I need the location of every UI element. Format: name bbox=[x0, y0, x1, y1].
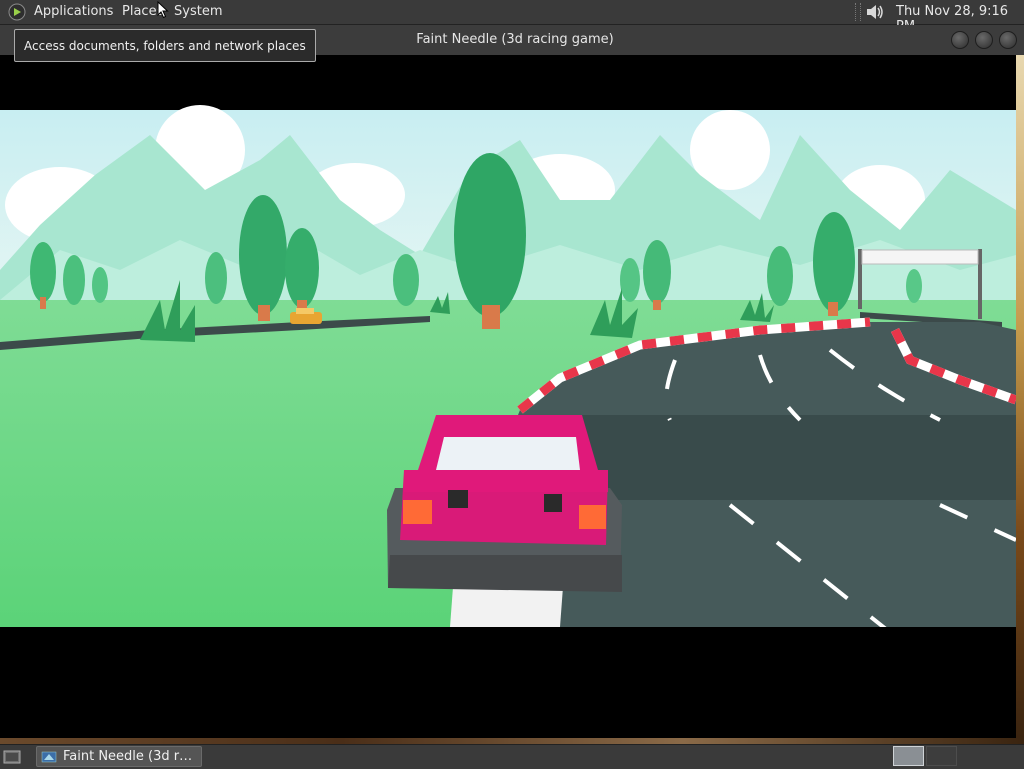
mouse-pointer-icon bbox=[157, 1, 169, 19]
game-window-icon bbox=[41, 751, 57, 763]
top-panel: Applications Places System Thu Nov 28, 9… bbox=[0, 0, 1024, 34]
app-logo-icon[interactable] bbox=[8, 3, 26, 21]
show-desktop-icon[interactable] bbox=[2, 748, 22, 766]
taskbar-window-label: Faint Needle (3d racing game) bbox=[63, 749, 199, 764]
close-button[interactable] bbox=[999, 31, 1017, 49]
applications-menu[interactable]: Applications bbox=[34, 4, 113, 19]
volume-icon[interactable] bbox=[864, 2, 886, 22]
desktop-background-strip bbox=[1016, 55, 1024, 738]
system-menu[interactable]: System bbox=[174, 4, 222, 19]
minimize-button[interactable] bbox=[951, 31, 969, 49]
places-tooltip: Access documents, folders and network pl… bbox=[14, 29, 316, 62]
maximize-button[interactable] bbox=[975, 31, 993, 49]
workspace-switcher-1[interactable] bbox=[893, 746, 924, 766]
workspace-switcher-2[interactable] bbox=[926, 746, 957, 766]
taskbar-window-button[interactable]: Faint Needle (3d racing game) bbox=[36, 746, 202, 767]
panel-separator bbox=[855, 3, 861, 21]
game-viewport[interactable] bbox=[0, 55, 1016, 627]
bottom-panel: Faint Needle (3d racing game) bbox=[0, 744, 1024, 769]
